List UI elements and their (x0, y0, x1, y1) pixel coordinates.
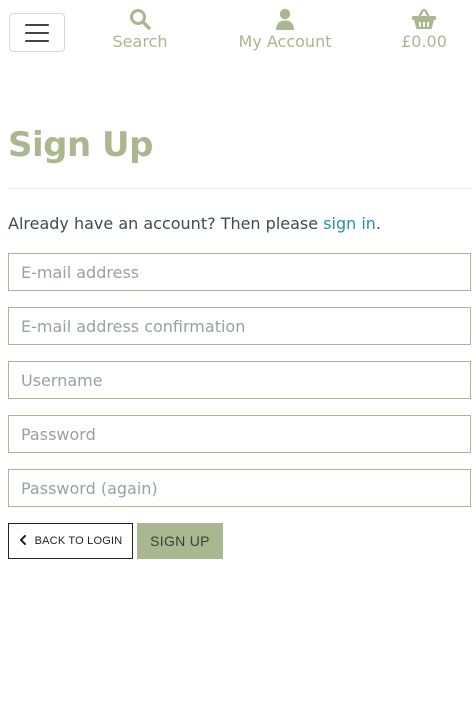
back-to-login-button[interactable]: BACK TO LOGIN (8, 523, 133, 559)
nav-search-link[interactable]: Search (104, 6, 176, 58)
hamburger-icon (25, 23, 49, 26)
page-title: Sign Up (8, 125, 153, 165)
nav-account-label: My Account (238, 32, 332, 51)
user-icon (275, 6, 295, 32)
sign-up-button[interactable]: SIGN UP (137, 523, 223, 559)
menu-toggle-button[interactable] (9, 13, 65, 52)
signin-prompt-end: . (375, 214, 382, 233)
title-divider (8, 188, 471, 189)
sign-in-link[interactable]: sign in (323, 214, 376, 233)
nav-account-link[interactable]: My Account (230, 6, 340, 58)
back-to-login-label: BACK TO LOGIN (34, 535, 123, 547)
top-navbar: Search My Account £0.00 (0, 0, 476, 64)
nav-search-label: Search (112, 32, 168, 51)
hamburger-icon-bar (25, 39, 49, 42)
email-confirm-field[interactable] (8, 307, 471, 345)
chevron-left-icon (19, 534, 27, 548)
search-icon (129, 6, 151, 32)
password-again-field[interactable] (8, 469, 471, 507)
username-field[interactable] (8, 361, 471, 399)
basket-icon (411, 6, 437, 32)
password-field[interactable] (8, 415, 471, 453)
hamburger-icon-bar (25, 31, 49, 34)
nav-bag-link[interactable]: £0.00 (394, 6, 454, 58)
nav-bag-total: £0.00 (401, 32, 447, 51)
email-field[interactable] (8, 253, 471, 291)
signin-prompt: Already have an account? Then please sig… (8, 213, 381, 235)
signin-prompt-text: Already have an account? Then please (8, 214, 324, 233)
